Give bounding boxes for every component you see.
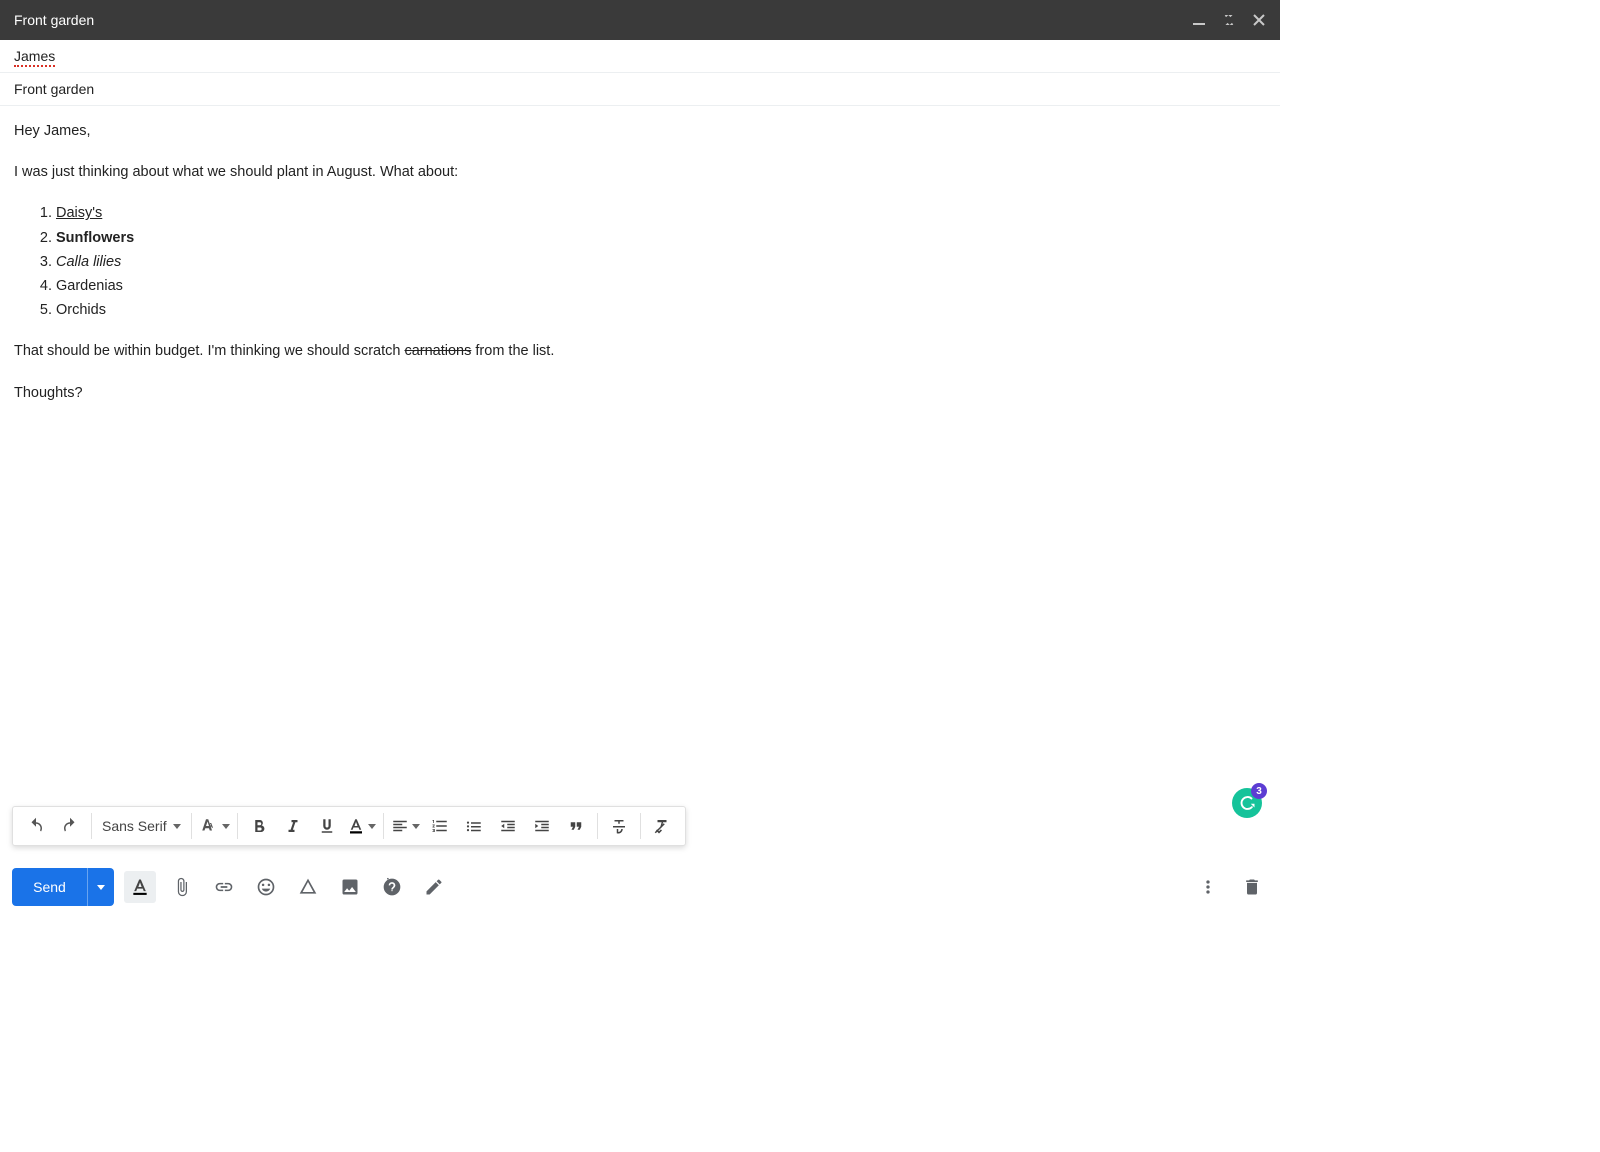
chevron-down-icon [97, 885, 105, 890]
underline-icon[interactable] [313, 812, 341, 840]
body-budget: That should be within budget. I'm thinki… [14, 340, 1266, 363]
chevron-down-icon [222, 824, 230, 829]
undo-icon[interactable] [22, 812, 50, 840]
clear-formatting-icon[interactable] [648, 812, 676, 840]
confidential-icon[interactable] [376, 871, 408, 903]
bulleted-list-icon[interactable] [460, 812, 488, 840]
body-list: Daisy's Sunflowers Calla lilies Gardenia… [56, 202, 1266, 322]
minimize-icon[interactable] [1192, 13, 1206, 27]
italic-icon[interactable] [279, 812, 307, 840]
discard-icon[interactable] [1236, 871, 1268, 903]
send-group: Send [12, 868, 114, 906]
body-closing: Thoughts? [14, 382, 1266, 405]
list-item: Calla lilies [56, 251, 1266, 274]
strikethrough-icon[interactable] [605, 812, 633, 840]
email-body[interactable]: Hey James, I was just thinking about wha… [0, 106, 1280, 405]
indent-increase-icon[interactable] [528, 812, 556, 840]
close-icon[interactable] [1252, 13, 1266, 27]
bold-icon[interactable] [245, 812, 273, 840]
bottom-bar-left: Send [12, 868, 450, 906]
more-options-icon[interactable] [1192, 871, 1224, 903]
emoji-icon[interactable] [250, 871, 282, 903]
recipients-field[interactable]: James [0, 40, 1280, 73]
send-button[interactable]: Send [12, 868, 88, 906]
list-item: Orchids [56, 299, 1266, 322]
indent-decrease-icon[interactable] [494, 812, 522, 840]
attach-icon[interactable] [166, 871, 198, 903]
font-name: Sans Serif [102, 818, 167, 834]
window-title: Front garden [14, 12, 94, 28]
chevron-down-icon [173, 824, 181, 829]
window-controls [1192, 13, 1266, 27]
grammarly-icon[interactable]: 3 [1232, 788, 1262, 818]
insert-photo-icon[interactable] [334, 871, 366, 903]
drive-icon[interactable] [292, 871, 324, 903]
bottom-bar-right [1192, 871, 1268, 903]
send-more-button[interactable] [88, 868, 114, 906]
chevron-down-icon [368, 824, 376, 829]
link-icon[interactable] [208, 871, 240, 903]
font-selector[interactable]: Sans Serif [96, 818, 187, 834]
grammarly-count: 3 [1251, 783, 1267, 799]
formatting-toolbar: Sans Serif [12, 806, 686, 846]
numbered-list-icon[interactable] [426, 812, 454, 840]
text-color-icon[interactable] [347, 812, 376, 840]
quote-icon[interactable] [562, 812, 590, 840]
window-titlebar: Front garden [0, 0, 1280, 40]
expand-icon[interactable] [1222, 13, 1236, 27]
body-intro: I was just thinking about what we should… [14, 161, 1266, 184]
bottom-bar: Send [12, 868, 1268, 906]
recipient-chip[interactable]: James [14, 48, 55, 67]
body-greeting: Hey James, [14, 120, 1266, 143]
signature-icon[interactable] [418, 871, 450, 903]
redo-icon[interactable] [56, 812, 84, 840]
font-size-icon[interactable] [199, 812, 230, 840]
list-item: Sunflowers [56, 227, 1266, 250]
formatting-options-icon[interactable] [124, 871, 156, 903]
subject-text: Front garden [14, 81, 94, 97]
subject-field[interactable]: Front garden [0, 73, 1280, 106]
list-item: Gardenias [56, 275, 1266, 298]
chevron-down-icon [412, 824, 420, 829]
list-item: Daisy's [56, 202, 1266, 225]
align-icon[interactable] [391, 812, 420, 840]
